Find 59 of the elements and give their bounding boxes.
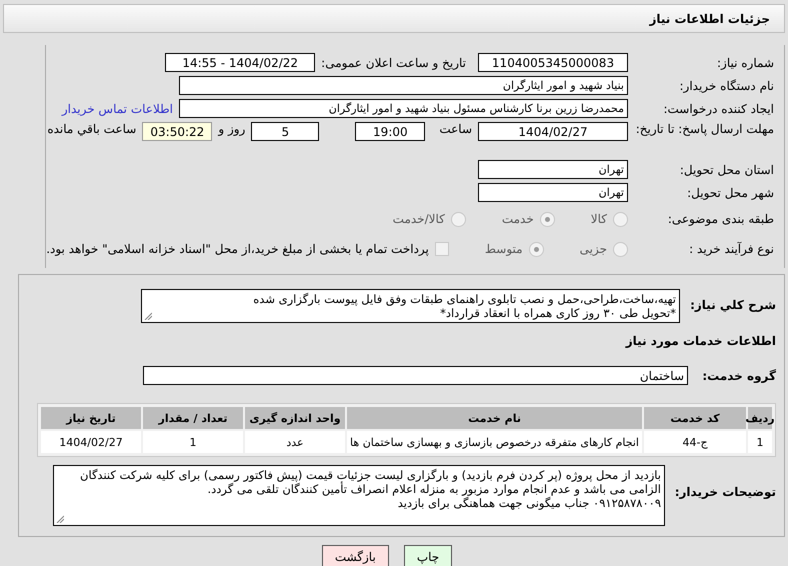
table-cell: انجام کارهای متفرقه درخصوص بازسازی و بهسازی ساختمان ها	[347, 431, 642, 453]
text-field[interactable]: بنیاد شهید و امور ایثارگران	[179, 76, 628, 95]
column-header: ردیف	[748, 407, 772, 429]
resize-grip-icon	[144, 312, 152, 320]
field-label: گروه خدمت:	[701, 368, 776, 382]
field-label: ایجاد کننده درخواست:	[662, 102, 774, 116]
radio-button[interactable]	[540, 212, 555, 226]
radio-button[interactable]	[450, 212, 466, 226]
field-label: نام دستگاه خریدار:	[678, 78, 774, 92]
contact-link[interactable]: اطلاعات تماس خریدار	[62, 102, 173, 116]
field-label: شهر محل تحویل:	[686, 186, 774, 200]
radio-label: جزیی	[580, 242, 607, 256]
resize-grip-icon	[56, 515, 64, 523]
back-button[interactable]: بازگشت	[322, 545, 389, 566]
table-cell: 1404/02/27	[41, 431, 141, 453]
text-field[interactable]: 1104005345000083	[478, 53, 628, 72]
column-header: تاریخ نیاز	[41, 407, 141, 429]
text-field[interactable]: 5	[251, 122, 320, 141]
text-field[interactable]: تهران	[478, 183, 628, 202]
text-field[interactable]: ساختمان	[143, 366, 688, 385]
remaining-time-field: 03:50:22	[142, 122, 212, 141]
text-field[interactable]: تهران	[478, 160, 628, 179]
text-field[interactable]: 19:00	[355, 122, 426, 141]
field-label: طبقه بندی موضوعی:	[666, 212, 774, 226]
remaining-label: ساعت باقي مانده	[47, 122, 136, 136]
radio-label: خدمت	[502, 212, 534, 226]
text-area[interactable]: بازدید از محل پروژه (پر کردن فرم بازدید) و بارگزاری لیست جزئیات قیمت (پیش فاکتور رسمی) برای کلیه شرکت کنندگان الزامی می باشد و عدم انجام موارد مزبور به منزله اعلام انصراف تأمین کنندگان تلقی می گردد. ۰۹۱۲۵۸۷۸۰۰۹ جناب میگونی جهت هماهنگی برای بازدید	[53, 465, 665, 526]
column-header: کد خدمت	[644, 407, 746, 429]
radio-button[interactable]	[613, 212, 628, 226]
radio-label: متوسط	[484, 242, 523, 256]
column-header: واحد اندازه گیری	[245, 407, 345, 429]
time-label: ساعت	[439, 122, 472, 136]
column-header: تعداد / مقدار	[143, 407, 243, 429]
field-label: تاریخ و ساعت اعلان عمومی:	[321, 56, 466, 70]
table-cell: 1	[143, 431, 243, 453]
field-label: مهلت ارسال پاسخ: تا تاریخ:	[634, 122, 774, 136]
table-cell: 1	[748, 431, 772, 453]
days-label: روز و	[218, 122, 246, 136]
field-label: استان محل تحویل:	[678, 162, 774, 176]
table-cell: ج-44	[644, 431, 746, 453]
treasury-note: پرداخت تمام یا بخشی از مبلغ خرید،از محل "اسناد خزانه اسلامی" خواهد بود.	[46, 242, 429, 256]
text-area[interactable]: تهیه،ساخت،طراحی،حمل و نصب تابلوی راهنمای طبقات وفق فایل پیوست بارگزاری شده *تحویل طی ۳۰ روز کاری همراه با انعقاد قرارداد*	[141, 289, 680, 323]
field-label: شماره نیاز:	[716, 56, 774, 70]
radio-button[interactable]	[613, 242, 628, 256]
checkbox[interactable]	[434, 242, 449, 256]
column-header: نام خدمت	[347, 407, 642, 429]
table-cell: عدد	[245, 431, 345, 453]
radio-button[interactable]	[528, 242, 544, 256]
field-label: شرح کلي نياز:	[689, 297, 776, 312]
text-field[interactable]: 1404/02/27	[478, 122, 628, 141]
print-button[interactable]: چاپ	[404, 545, 452, 566]
field-label: اطلاعات خدمات مورد نیاز	[626, 334, 776, 348]
radio-label: کالا	[590, 212, 607, 226]
page-title: جزئیات اطلاعات نیاز	[649, 12, 770, 26]
radio-label: کالا/خدمت	[392, 212, 445, 226]
text-field[interactable]: 1404/02/22 - 14:55	[165, 53, 316, 72]
text-field[interactable]: محمدرضا زرین برنا کارشناس مسئول بنیاد شهید و امور ایثارگران	[179, 99, 628, 118]
field-label: توضیحات خریدار:	[674, 484, 776, 499]
field-label: نوع فرآیند خرید :	[688, 242, 774, 256]
